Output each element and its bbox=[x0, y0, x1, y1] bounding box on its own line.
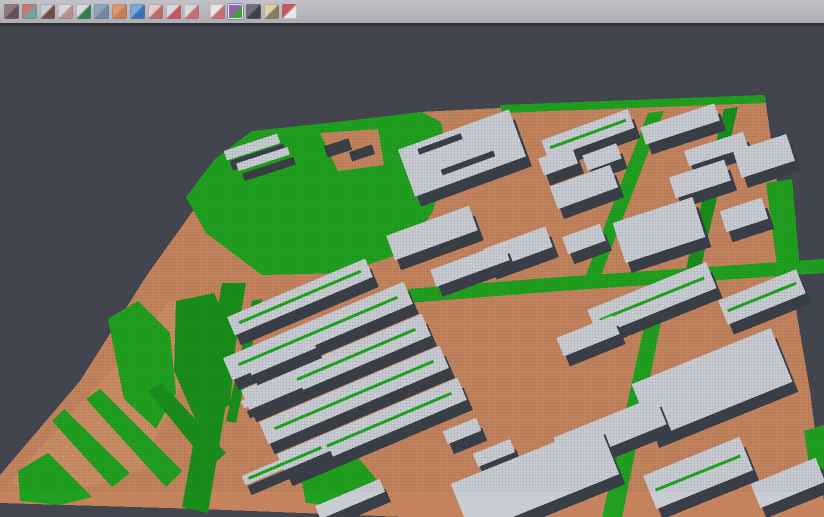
classification-view-icon[interactable] bbox=[228, 4, 243, 19]
dem-surface-icon[interactable] bbox=[76, 4, 91, 19]
application-window bbox=[0, 0, 824, 517]
align-clouds-icon[interactable] bbox=[22, 4, 37, 19]
3d-viewport[interactable] bbox=[0, 25, 824, 517]
toolbar-separator bbox=[200, 4, 208, 19]
point-cloud-scene bbox=[0, 26, 824, 517]
point-cloud-icon[interactable] bbox=[58, 4, 73, 19]
delete-class-icon[interactable] bbox=[282, 4, 297, 19]
texture-map-icon[interactable] bbox=[264, 4, 279, 19]
mask-region-icon[interactable] bbox=[210, 4, 225, 19]
layer-stack-icon[interactable] bbox=[148, 4, 163, 19]
terrain-model-icon[interactable] bbox=[40, 4, 55, 19]
georeference-globe-icon[interactable] bbox=[130, 4, 145, 19]
open-project-icon[interactable] bbox=[4, 4, 19, 19]
orthophoto-icon[interactable] bbox=[112, 4, 127, 19]
selection-bounds-icon[interactable] bbox=[184, 4, 199, 19]
profile-section-icon[interactable] bbox=[94, 4, 109, 19]
target-marker-icon[interactable] bbox=[166, 4, 181, 19]
main-toolbar bbox=[0, 0, 824, 25]
mesh-sphere-icon[interactable] bbox=[246, 4, 261, 19]
